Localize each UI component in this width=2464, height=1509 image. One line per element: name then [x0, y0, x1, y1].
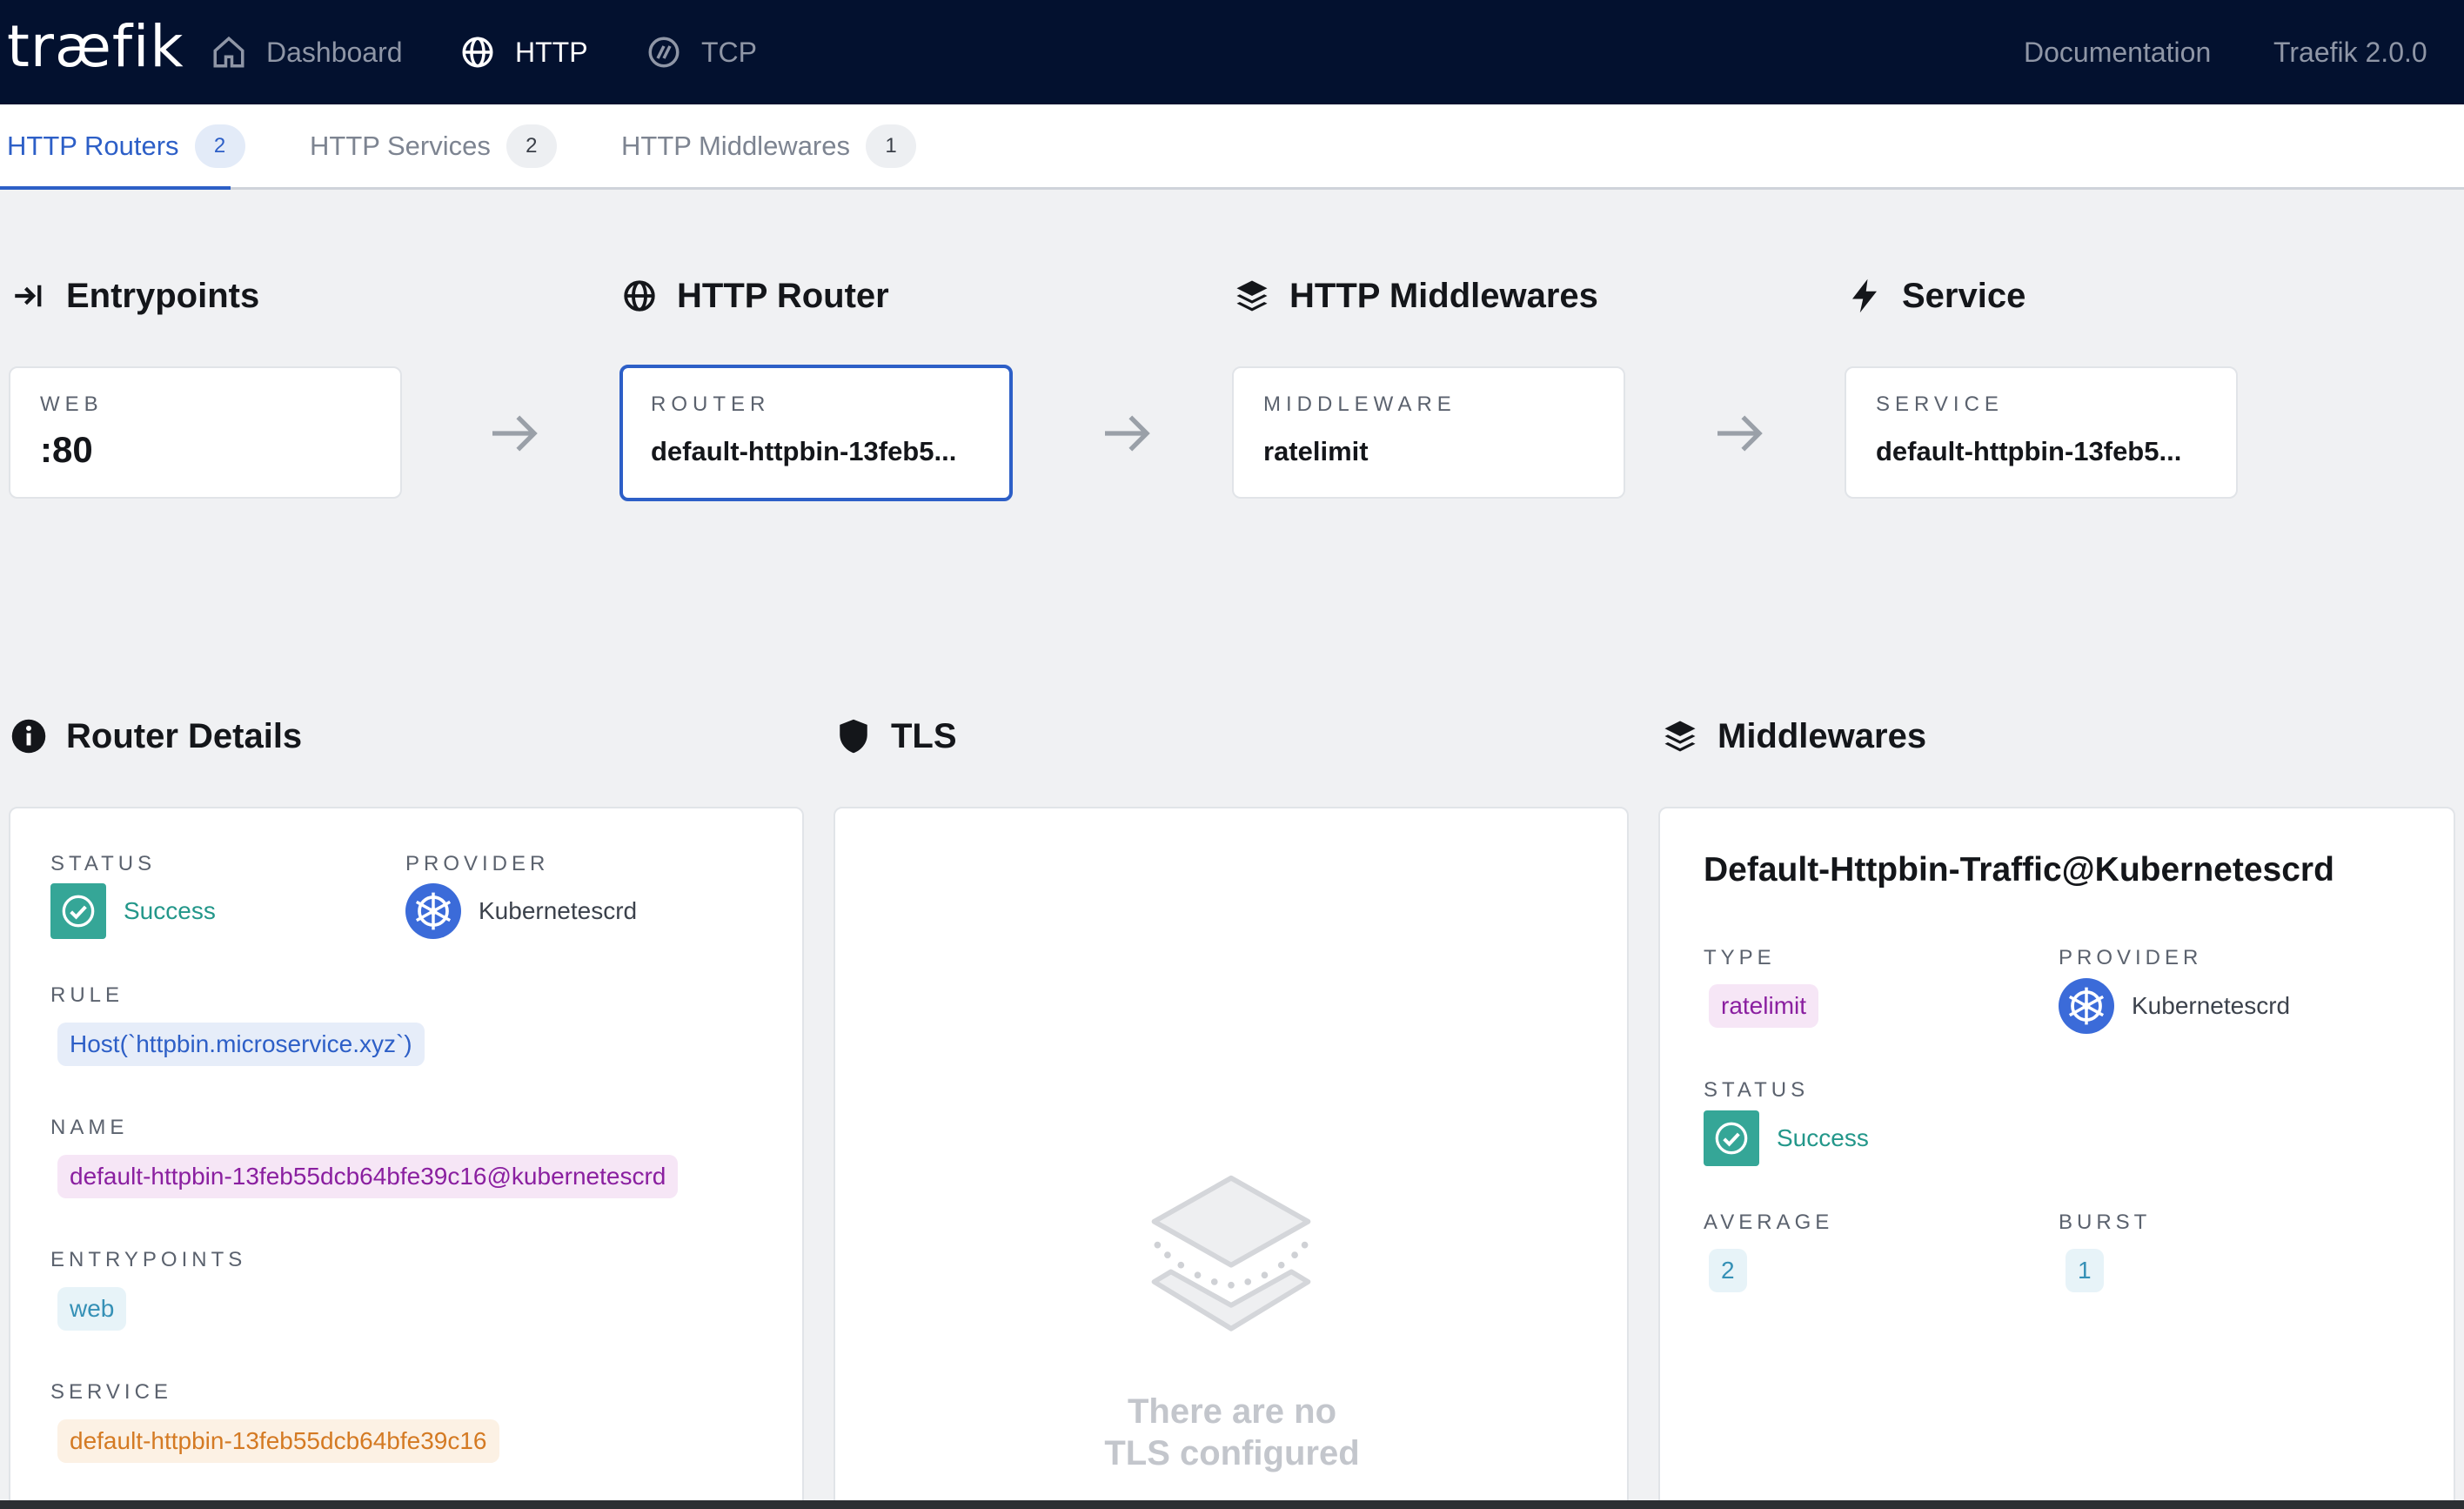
rule-label: RULE — [50, 983, 124, 1007]
provider-label: PROVIDER — [405, 852, 550, 875]
mw-status-text: Success — [1777, 1124, 1869, 1151]
entrypoints-value: web — [57, 1287, 127, 1331]
tls-empty-message: There are no TLS configured — [835, 1391, 1629, 1474]
nav-http-label: HTTP — [515, 36, 588, 68]
mw-burst-value: 1 — [2066, 1249, 2104, 1292]
globe-icon — [624, 280, 655, 312]
router-status: Success — [50, 883, 216, 939]
tab-http-routers-label: HTTP Routers — [7, 131, 179, 161]
nav-tcp[interactable]: TCP — [646, 26, 757, 78]
mw-status-label: STATUS — [1704, 1078, 1810, 1102]
entrypoint-card[interactable]: WEB :80 — [9, 366, 402, 499]
status-label: STATUS — [50, 852, 157, 875]
tab-http-routers[interactable]: HTTP Routers 2 — [7, 122, 245, 171]
middlewares-heading: Middlewares — [1662, 710, 1926, 762]
router-details-heading: Router Details — [10, 710, 302, 762]
router-provider-text: Kubernetescrd — [479, 897, 638, 924]
mw-provider: Kubernetescrd — [2059, 978, 2290, 1034]
tls-heading: TLS — [835, 710, 957, 762]
tab-http-services[interactable]: HTTP Services 2 — [310, 122, 557, 171]
http-middlewares-heading-text: HTTP Middlewares — [1289, 276, 1598, 315]
mw-average-value: 2 — [1709, 1249, 1747, 1292]
http-middlewares-heading: HTTP Middlewares — [1234, 270, 1598, 322]
router-status-text: Success — [124, 897, 216, 924]
tab-http-middlewares-count: 1 — [866, 124, 917, 168]
tls-empty-line2: TLS configured — [1104, 1434, 1360, 1472]
documentation-link[interactable]: Documentation — [2024, 26, 2211, 78]
tab-http-middlewares-label: HTTP Middlewares — [621, 131, 851, 161]
service-heading: Service — [1846, 270, 2025, 322]
service-value: default-httpbin-13feb55dcb64bfe39c16 — [57, 1419, 499, 1463]
version-label: Traefik 2.0.0 — [2273, 36, 2427, 68]
entrypoint-card-label: WEB — [40, 392, 104, 416]
name-label: NAME — [50, 1116, 129, 1139]
middleware-card[interactable]: MIDDLEWARE ratelimit — [1232, 366, 1625, 499]
service-heading-text: Service — [1902, 276, 2026, 315]
arrow-right-icon — [492, 415, 538, 452]
bottom-edge — [0, 1500, 2464, 1509]
active-tab-indicator — [0, 186, 231, 190]
kubernetes-icon — [2059, 978, 2114, 1034]
check-icon — [1704, 1110, 1759, 1166]
service-card[interactable]: SERVICE default-httpbin-13feb5... — [1845, 366, 2238, 499]
service-card-label: SERVICE — [1876, 392, 2004, 416]
tls-empty-line1: There are no — [1127, 1392, 1337, 1431]
entrypoints-heading: Entrypoints — [10, 270, 259, 322]
entrypoint-card-value: :80 — [40, 429, 93, 470]
tab-http-services-label: HTTP Services — [310, 131, 491, 161]
shield-icon — [840, 719, 867, 754]
router-card-value: default-httpbin-13feb5... — [651, 436, 957, 466]
mw-status: Success — [1704, 1110, 1869, 1166]
lightning-icon — [1852, 278, 1877, 313]
mw-provider-text: Kubernetescrd — [2132, 992, 2291, 1019]
tab-http-routers-count: 2 — [194, 124, 245, 168]
tab-http-middlewares[interactable]: HTTP Middlewares 1 — [621, 122, 917, 171]
middleware-card-label: MIDDLEWARE — [1263, 392, 1456, 416]
tcp-icon — [648, 37, 680, 68]
mw-burst-label: BURST — [2059, 1211, 2152, 1234]
entrypoints-heading-text: Entrypoints — [66, 276, 260, 315]
kubernetes-icon — [405, 883, 461, 939]
globe-icon — [462, 37, 493, 68]
http-router-heading: HTTP Router — [621, 270, 889, 322]
middlewares-heading-text: Middlewares — [1717, 716, 1927, 755]
nav-dashboard[interactable]: Dashboard — [211, 26, 403, 78]
middleware-title: Default-Httpbin-Traffic@Kubernetescrd — [1704, 851, 2334, 889]
traefik-logo[interactable]: træfik — [7, 12, 184, 82]
name-value: default-httpbin-13feb55dcb64bfe39c16@kub… — [57, 1155, 679, 1198]
nav-http[interactable]: HTTP — [459, 26, 588, 78]
top-navbar: træfik Dashboard HTTP TCP Documentation … — [0, 0, 2464, 104]
mw-provider-label: PROVIDER — [2059, 946, 2203, 969]
arrow-right-icon — [1105, 415, 1150, 452]
middleware-card-value: ratelimit — [1263, 436, 1369, 466]
nav-dashboard-label: Dashboard — [266, 36, 403, 68]
rule-value: Host(`httpbin.microservice.xyz`) — [57, 1023, 425, 1066]
router-card[interactable]: ROUTER default-httpbin-13feb5... — [619, 365, 1013, 501]
check-icon — [50, 883, 106, 939]
mw-average-label: AVERAGE — [1704, 1211, 1834, 1234]
arrow-right-icon — [1717, 415, 1763, 452]
nav-tcp-label: TCP — [701, 36, 757, 68]
tls-heading-text: TLS — [891, 716, 957, 755]
entrypoints-label: ENTRYPOINTS — [50, 1248, 247, 1271]
http-subtabs: HTTP Routers 2 HTTP Services 2 HTTP Midd… — [0, 104, 2464, 190]
service-card-value: default-httpbin-13feb5... — [1876, 436, 2182, 466]
layers-icon — [1236, 280, 1268, 312]
entrypoint-icon — [15, 285, 42, 307]
http-router-heading-text: HTTP Router — [677, 276, 889, 315]
home-icon — [213, 36, 244, 68]
service-label: SERVICE — [50, 1380, 172, 1404]
mw-type-value: ratelimit — [1709, 984, 1819, 1028]
tab-http-services-count: 2 — [506, 124, 557, 168]
router-card-label: ROUTER — [651, 392, 771, 416]
mw-type-label: TYPE — [1704, 946, 1776, 969]
empty-layers-icon — [1151, 1175, 1311, 1331]
info-icon — [11, 719, 46, 754]
layers-icon — [1664, 721, 1696, 752]
router-provider: Kubernetescrd — [405, 883, 637, 939]
router-details-heading-text: Router Details — [66, 716, 303, 755]
